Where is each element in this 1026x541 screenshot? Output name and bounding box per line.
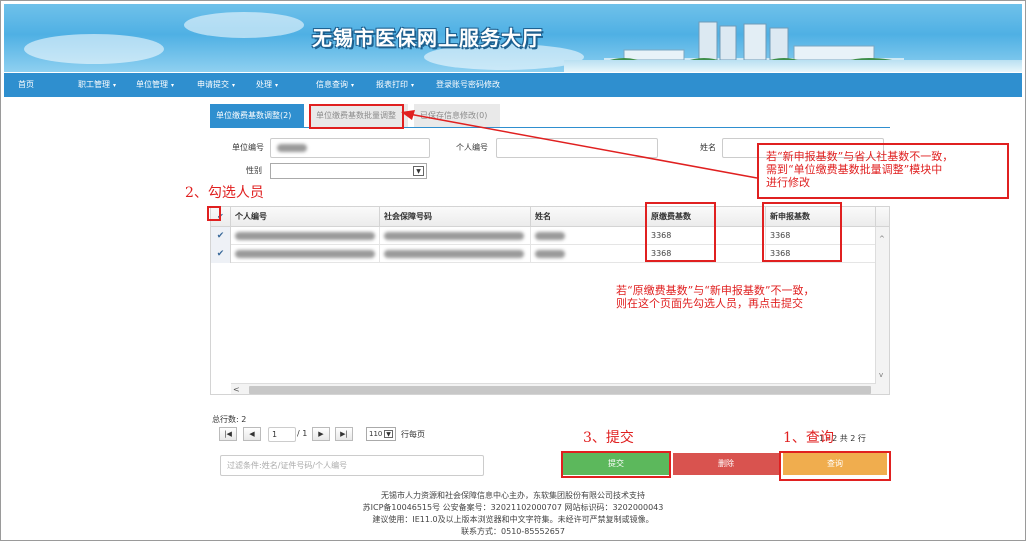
main-nav: 首页 职工管理 ▾ 单位管理 ▾ 申请提交 ▾ 处理 ▾ 信息查询 ▾ 报表打印 ▾ 登录账… — [4, 73, 1022, 97]
nav-unit-management[interactable]: 单位管理 ▾ — [136, 73, 174, 97]
cloud-decoration — [24, 34, 164, 64]
nav-label: 单位管理 — [136, 80, 168, 89]
total-rows: 总行数: 2 — [212, 414, 246, 425]
note-line: 进行修改 — [766, 176, 810, 189]
cell-person-no — [231, 227, 380, 245]
cell-name — [531, 227, 647, 245]
cloud-decoration — [184, 12, 304, 38]
footer-line: 建议使用：IE11.0及以上版本浏览器和中文字符集。未经许可严禁复制或镜像。 — [372, 515, 654, 524]
redacted-value — [235, 231, 375, 240]
chevron-down-icon: ▾ — [275, 82, 279, 89]
annotation-step3: 3、提交 — [583, 430, 634, 446]
nav-label: 处理 — [256, 80, 272, 89]
chevron-down-icon[interactable]: v — [879, 371, 883, 379]
redacted-value — [235, 249, 375, 258]
note-line: 需到“单位缴费基数批量调整”模块中 — [766, 163, 943, 176]
page-size-select[interactable]: 110 ▼ — [366, 427, 396, 441]
footer-line: 联系方式：0510-85552657 — [461, 527, 565, 536]
first-page-button[interactable]: |◀ — [219, 427, 237, 441]
scrollbar-thumb[interactable] — [249, 386, 871, 394]
chevron-down-icon: ▾ — [411, 82, 415, 89]
annotation-step1: 1、查询 — [783, 430, 834, 446]
col-name[interactable]: 姓名 — [531, 207, 647, 227]
cell-person-no — [231, 245, 380, 263]
annotation-box-submit — [561, 451, 671, 478]
annotation-box-select-all — [207, 206, 221, 221]
prev-page-button[interactable]: ◀ — [243, 427, 261, 441]
annotation-box-batch-tab — [309, 104, 404, 129]
note-line: 若“新申报基数”与省人社基数不一致， — [766, 150, 954, 163]
filter-input[interactable]: 过滤条件:姓名/证件号码/个人编号 — [220, 455, 484, 476]
nav-home[interactable]: 首页 — [18, 73, 34, 97]
nav-label: 申请提交 — [197, 80, 229, 89]
nav-employee-management[interactable]: 职工管理 ▾ — [78, 73, 116, 97]
chevron-down-icon: ▾ — [351, 82, 355, 89]
site-title: 无锡市医保网上服务大厅 — [312, 26, 543, 50]
header-banner: 无锡市医保网上服务大厅 — [4, 4, 1022, 72]
water-decoration — [564, 60, 1022, 72]
chevron-down-icon: ▼ — [384, 430, 393, 438]
per-page-label: 行每页 — [401, 430, 425, 439]
tab-unit-base-adjust[interactable]: 单位缴费基数调整(2) — [210, 104, 304, 128]
nav-label: 信息查询 — [316, 80, 348, 89]
note-line: 若“原缴费基数”与“新申报基数”不一致， — [616, 284, 815, 297]
page-total: / 1 — [297, 429, 308, 438]
nav-application-submit[interactable]: 申请提交 ▾ — [197, 73, 235, 97]
nav-label: 登录账号密码修改 — [436, 80, 500, 89]
vertical-scrollbar[interactable]: ^ v — [875, 227, 889, 394]
cell-ssn — [380, 227, 531, 245]
annotation-note-submit: 若“原缴费基数”与“新申报基数”不一致， 则在这个页面先勾选人员，再点击提交 — [616, 284, 815, 310]
annotation-note-batch: 若“新申报基数”与省人社基数不一致， 需到“单位缴费基数批量调整”模块中 进行修… — [766, 150, 953, 189]
total-rows-value: 2 — [241, 415, 247, 424]
footer-line: 无锡市人力资源和社会保障信息中心主办，东软集团股份有限公司技术支持 — [381, 491, 645, 500]
col-person-no[interactable]: 个人编号 — [231, 207, 380, 227]
chevron-down-icon: ▾ — [232, 82, 236, 89]
chevron-down-icon: ▾ — [171, 82, 175, 89]
delete-button[interactable]: 删除 — [673, 453, 779, 475]
chevron-up-icon[interactable]: ^ — [879, 235, 885, 243]
horizontal-scrollbar[interactable]: < — [231, 383, 876, 394]
gender-label: 性别 — [246, 166, 262, 175]
annotation-step2: 2、勾选人员 — [185, 185, 264, 201]
nav-label: 职工管理 — [78, 80, 110, 89]
annotation-arrow — [401, 110, 758, 179]
page-number-input[interactable]: 1 — [268, 427, 296, 442]
cell-name — [531, 245, 647, 263]
chevron-down-icon: ▾ — [113, 82, 117, 89]
page-size-value: 110 — [369, 430, 383, 438]
unit-no-label: 单位编号 — [232, 143, 264, 152]
annotation-box-orig-base — [645, 202, 716, 262]
chevron-left-icon[interactable]: < — [233, 384, 240, 394]
footer-line: 苏ICP备10046515号 公安备案号：32021102000707 网站标识… — [362, 503, 664, 512]
row-checkbox[interactable]: ✔ — [211, 245, 231, 263]
nav-info-query[interactable]: 信息查询 ▾ — [316, 73, 354, 97]
cell-ssn — [380, 245, 531, 263]
nav-password-change[interactable]: 登录账号密码修改 — [436, 73, 500, 97]
total-rows-label: 总行数: — [212, 415, 239, 424]
nav-report-print[interactable]: 报表打印 ▾ — [376, 73, 414, 97]
note-line: 则在这个页面先勾选人员，再点击提交 — [616, 297, 803, 310]
nav-label: 首页 — [18, 80, 34, 89]
redacted-value — [384, 231, 524, 240]
next-page-button[interactable]: ▶ — [312, 427, 330, 441]
annotation-box-new-base — [762, 202, 842, 262]
last-page-button[interactable]: ▶| — [335, 427, 353, 441]
nav-label: 报表打印 — [376, 80, 408, 89]
redacted-value — [535, 249, 565, 258]
redacted-value — [535, 231, 565, 240]
redacted-value — [384, 249, 524, 258]
nav-process[interactable]: 处理 ▾ — [256, 73, 278, 97]
row-checkbox[interactable]: ✔ — [211, 227, 231, 245]
col-ssn[interactable]: 社会保障号码 — [380, 207, 531, 227]
annotation-box-query — [779, 451, 891, 481]
redacted-value — [277, 143, 307, 152]
